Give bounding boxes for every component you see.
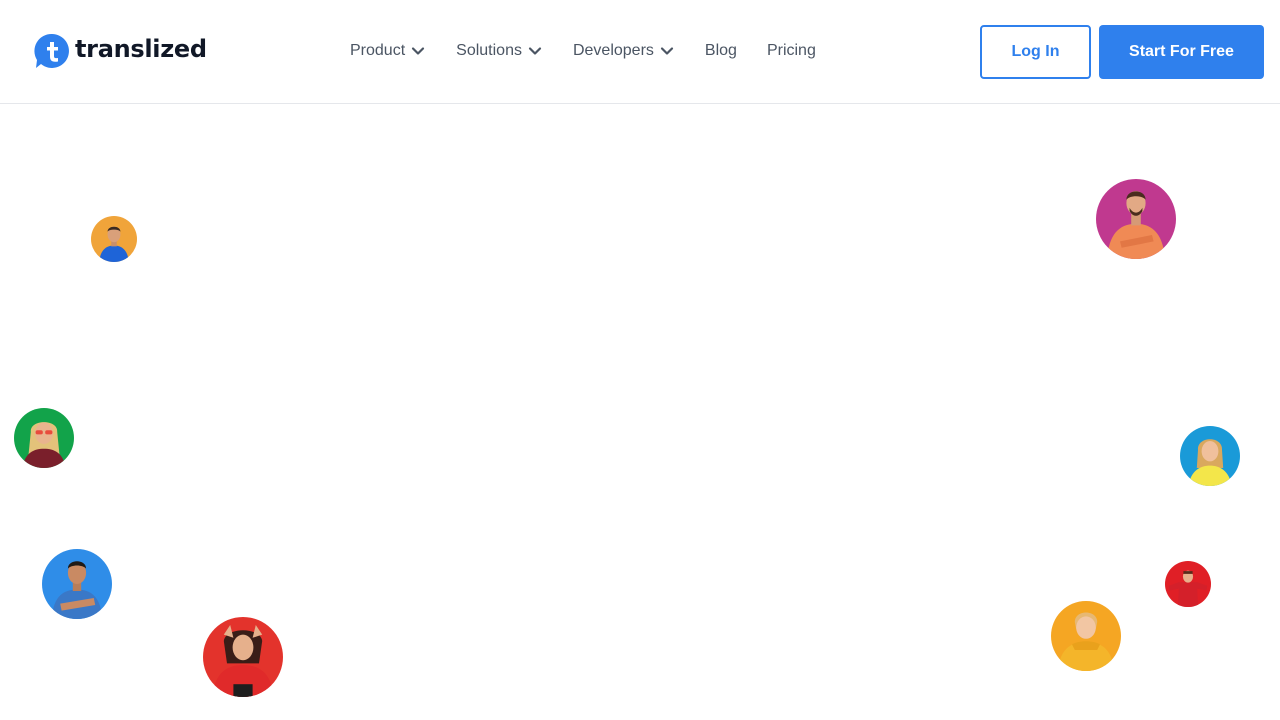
main-nav: Product Solutions Developers Blog Pricin… [350, 36, 816, 66]
person-photo-icon [91, 216, 137, 262]
chevron-down-icon [660, 47, 674, 55]
person-photo-icon [1051, 601, 1121, 671]
avatar-woman-yellow-sweater [1051, 601, 1121, 671]
person-photo-icon [1096, 179, 1176, 259]
avatar-man-orange-sweater [1096, 179, 1176, 259]
nav-solutions-label: Solutions [456, 42, 522, 59]
avatar-woman-yellow-top [1180, 426, 1240, 486]
nav-developers-label: Developers [572, 42, 654, 59]
avatar-woman-green-bg [14, 408, 74, 468]
site-header: translized Product Solutions Developers … [0, 0, 1280, 104]
nav-pricing[interactable]: Pricing [767, 42, 816, 60]
person-photo-icon [14, 408, 74, 468]
logo-wordmark: translized [75, 35, 207, 63]
person-photo-icon [42, 549, 112, 619]
logo-mark-icon [34, 33, 69, 68]
nav-product-label: Product [350, 42, 406, 59]
person-photo-icon [203, 617, 283, 697]
translized-logo[interactable]: translized [34, 33, 207, 69]
nav-blog[interactable]: Blog [705, 42, 737, 60]
nav-product[interactable]: Product [350, 42, 425, 60]
chevron-down-icon [412, 47, 425, 55]
login-button[interactable]: Log In [980, 25, 1091, 79]
nav-solutions[interactable]: Solutions [456, 42, 542, 60]
avatar-man-red-bg [1165, 561, 1211, 607]
start-for-free-button[interactable]: Start For Free [1099, 25, 1264, 79]
person-photo-icon [1165, 561, 1211, 607]
avatar-woman-red-sweater [203, 617, 283, 697]
avatar-man-blue-shirt [91, 216, 137, 262]
chevron-down-icon [528, 47, 542, 55]
nav-developers[interactable]: Developers [573, 42, 674, 60]
person-photo-icon [1180, 426, 1240, 486]
avatar-man-crossed-arms [42, 549, 112, 619]
